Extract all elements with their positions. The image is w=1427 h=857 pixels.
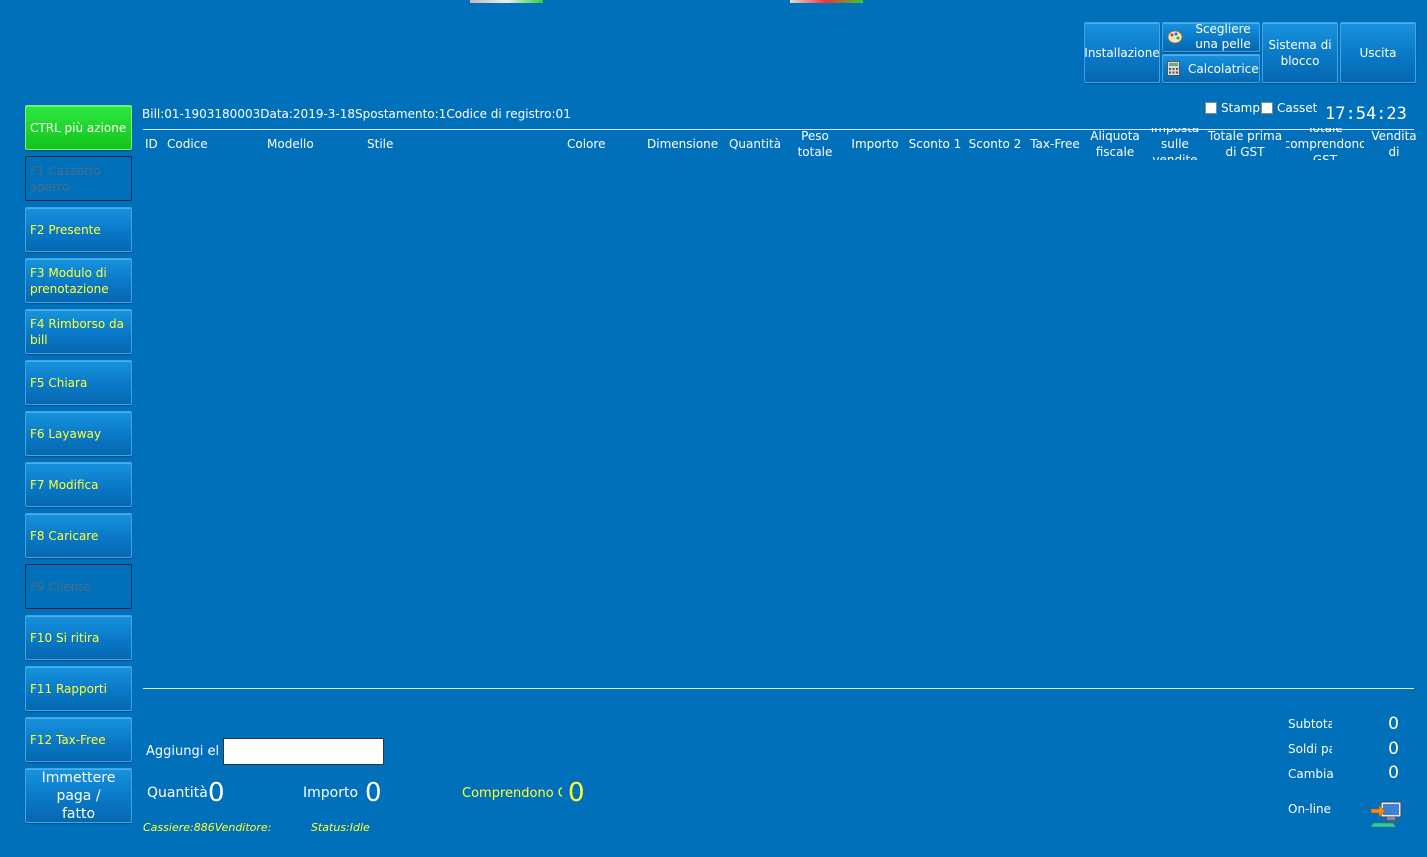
importo-value: 0 — [365, 778, 382, 808]
clock: 17:54:23 — [1325, 104, 1407, 124]
sidebar-item-f2[interactable]: F2 Presente — [25, 207, 132, 252]
sistema-blocco-label: Sistema di blocco — [1268, 37, 1332, 68]
sidebar-item-f6[interactable]: F6 Layaway — [25, 411, 132, 456]
installazione-label: Installazione — [1084, 45, 1160, 60]
subtotale-label: Subtotale — [1288, 717, 1332, 731]
sidebar-item-f9[interactable]: F9 Cliente — [25, 564, 132, 609]
sistema-blocco-button[interactable]: Sistema di blocco — [1262, 22, 1338, 83]
sidebar-item-f3[interactable]: F3 Modulo di prenotazione — [25, 258, 132, 303]
network-icon — [1369, 798, 1403, 830]
bill-info: Bill:01-1903180003Data:2019-3-18Spostame… — [142, 107, 571, 121]
sidebar-item-f12[interactable]: F12 Tax-Free — [25, 717, 132, 762]
col-aliquota[interactable]: Aliquota fiscale — [1086, 128, 1144, 160]
comprendono-label: Comprendono G — [462, 786, 562, 801]
col-dimensione[interactable]: Dimensione — [647, 128, 727, 160]
col-stile[interactable]: Stile — [367, 128, 562, 160]
comprendono-value: 0 — [568, 778, 585, 808]
importo-label: Importo — [303, 785, 359, 801]
table-bottom-rule — [143, 688, 1414, 689]
sidebar-item-label: F6 Layaway — [30, 426, 102, 441]
sidebar-item-f4[interactable]: F4 Rimborso da bill — [25, 309, 132, 354]
logo-fragment-left — [470, 0, 543, 3]
casset-label: Casset — [1277, 101, 1317, 115]
table-body[interactable] — [143, 162, 1414, 688]
col-modello[interactable]: Modello — [267, 128, 362, 160]
sidebar-item-label: F3 Modulo di prenotazione — [30, 265, 109, 296]
sidebar-item-label: F4 Rimborso da bill — [30, 316, 124, 347]
cambia-value: 0 — [1388, 763, 1399, 783]
sidebar-item-f8[interactable]: F8 Caricare — [25, 513, 132, 558]
logo-fragment-right — [790, 0, 863, 3]
sidebar-item-label: F2 Presente — [30, 222, 101, 237]
casset-checkbox[interactable] — [1261, 102, 1273, 114]
sidebar-item-label: F8 Caricare — [30, 528, 99, 543]
sidebar-item-f10[interactable]: F10 Si ritira — [25, 615, 132, 660]
scegliere-pelle-label: Scegliere una pelle — [1195, 22, 1251, 51]
uscita-label: Uscita — [1359, 45, 1397, 60]
sidebar-item-label: CTRL più azione — [30, 120, 127, 135]
installazione-button[interactable]: Installazione — [1084, 22, 1160, 83]
sidebar-item-f1[interactable]: F1 Cassetto aperto — [25, 156, 132, 201]
soldi-label: Soldi pagati — [1288, 742, 1332, 756]
sidebar-item-label: F12 Tax-Free — [30, 732, 106, 747]
immettere-paga-label: Immettere paga / fatto — [41, 769, 116, 822]
uscita-button[interactable]: Uscita — [1340, 22, 1416, 83]
sidebar-item-label: F1 Cassetto aperto — [30, 163, 101, 194]
aggiungi-label: Aggiungi ele — [146, 744, 218, 759]
col-tax-free[interactable]: Tax-Free — [1026, 128, 1084, 160]
col-colore[interactable]: Colore — [567, 128, 642, 160]
stamp-label: Stamp — [1221, 101, 1260, 115]
cambia-label: Cambia — [1288, 767, 1334, 781]
col-importo[interactable]: Importo — [846, 128, 904, 160]
online-label: On-line — [1288, 802, 1332, 816]
stamp-checkbox[interactable] — [1205, 102, 1217, 114]
quantita-label: Quantità — [147, 785, 208, 801]
col-vendita[interactable]: Vendita di — [1366, 128, 1422, 160]
col-quantita[interactable]: Quantità — [726, 128, 784, 160]
immettere-paga-button[interactable]: Immettere paga / fatto — [25, 768, 132, 823]
sidebar-item-ctrl[interactable]: CTRL più azione — [25, 105, 132, 150]
col-sconto2[interactable]: Sconto 2 — [966, 128, 1024, 160]
col-totale-comprendono[interactable]: Totale comprendono GST — [1286, 128, 1364, 160]
sidebar-item-label: F10 Si ritira — [30, 630, 100, 645]
calcolatrice-button[interactable]: Calcolatrice — [1162, 54, 1260, 83]
col-imposta[interactable]: Imposta sulle vendite — [1146, 128, 1204, 160]
quantita-value: 0 — [208, 778, 225, 808]
calculator-icon — [1167, 61, 1180, 76]
sidebar-item-f11[interactable]: F11 Rapporti — [25, 666, 132, 711]
sidebar-item-label: F5 Chiara — [30, 375, 88, 390]
col-totale-prima[interactable]: Totale prima di GST — [1206, 128, 1284, 160]
sidebar-item-label: F7 Modifica — [30, 477, 99, 492]
soldi-value: 0 — [1388, 739, 1399, 759]
col-peso-totale[interactable]: Peso totale — [788, 128, 842, 160]
col-sconto1[interactable]: Sconto 1 — [906, 128, 964, 160]
scegliere-pelle-button[interactable]: Scegliere una pelle — [1162, 22, 1260, 52]
col-codice[interactable]: Codice — [167, 128, 262, 160]
calcolatrice-label: Calcolatrice — [1188, 61, 1259, 76]
cassiere-status: Cassiere:886Venditore: — [143, 821, 272, 834]
idle-status: Status:Idle — [311, 821, 370, 834]
subtotale-value: 0 — [1388, 714, 1399, 734]
sidebar-item-label: F11 Rapporti — [30, 681, 107, 696]
sidebar-item-label: F9 Cliente — [30, 579, 91, 594]
aggiungi-input[interactable] — [223, 738, 384, 765]
palette-icon — [1167, 30, 1183, 44]
sidebar-item-f7[interactable]: F7 Modifica — [25, 462, 132, 507]
sidebar-item-f5[interactable]: F5 Chiara — [25, 360, 132, 405]
col-id[interactable]: ID — [145, 128, 165, 160]
